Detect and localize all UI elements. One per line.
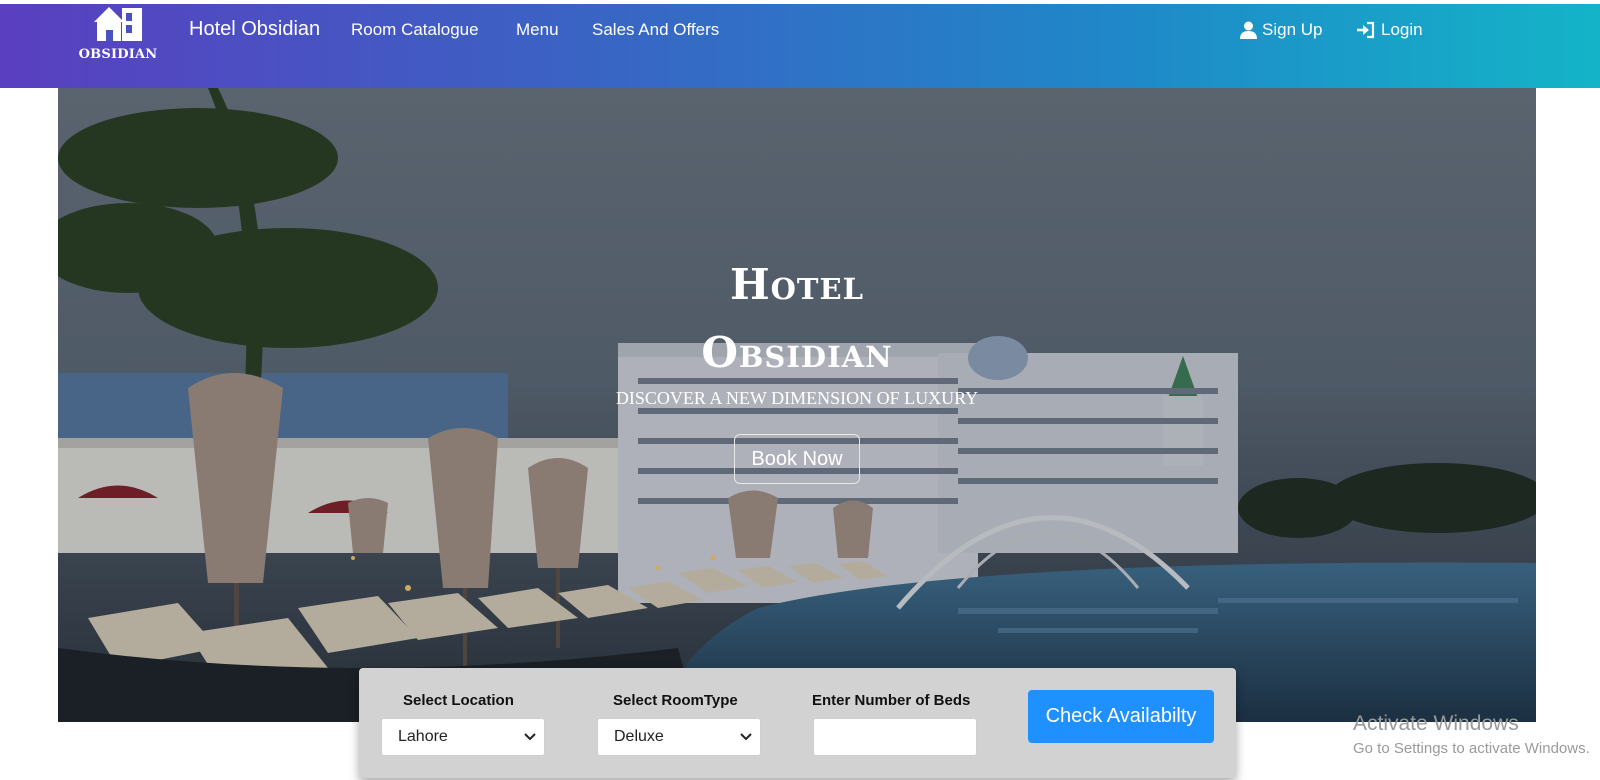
beds-input[interactable]	[813, 718, 977, 756]
chevron-down-icon	[740, 719, 752, 768]
brand-text: OBSIDIAN	[78, 47, 158, 62]
nav-room-catalogue[interactable]: Room Catalogue	[351, 20, 479, 40]
login-label: Login	[1381, 20, 1423, 39]
activate-windows-subtitle: Go to Settings to activate Windows.	[1353, 740, 1590, 757]
roomtype-label: Select RoomType	[613, 692, 738, 709]
signup-label: Sign Up	[1262, 20, 1323, 39]
hero-subtitle: Discover a new dimension of luxury	[615, 388, 979, 408]
sign-in-icon	[1357, 21, 1375, 39]
hero-title-line2: Obsidian	[701, 328, 893, 377]
hero-banner: Hotel Obsidian Discover a new dimension …	[58, 88, 1536, 722]
location-selected-value: Lahore	[398, 728, 448, 745]
navbar: OBSIDIAN Hotel Obsidian Room Catalogue M…	[0, 4, 1600, 88]
availability-search-panel: Select Location Lahore Select RoomType D…	[359, 668, 1236, 778]
location-label: Select Location	[403, 692, 514, 709]
activate-windows-title: Activate Windows	[1353, 712, 1519, 735]
check-availability-button[interactable]: Check Availabilty	[1028, 690, 1214, 743]
roomtype-selected-value: Deluxe	[614, 728, 664, 745]
hero-title-line1: Hotel	[729, 260, 865, 309]
chevron-down-icon	[524, 719, 536, 768]
brand-logo[interactable]: OBSIDIAN	[78, 4, 158, 88]
beds-label: Enter Number of Beds	[812, 692, 971, 709]
house-logo-icon	[94, 7, 142, 41]
nav-menu[interactable]: Menu	[516, 20, 559, 40]
login-link[interactable]: Login	[1356, 20, 1423, 40]
signup-link[interactable]: Sign Up	[1240, 20, 1322, 40]
nav-sales-offers[interactable]: Sales And Offers	[592, 20, 719, 40]
location-select[interactable]: Lahore	[381, 718, 545, 756]
user-icon	[1240, 21, 1257, 39]
roomtype-select[interactable]: Deluxe	[597, 718, 761, 756]
nav-home-title[interactable]: Hotel Obsidian	[189, 18, 320, 41]
book-now-button[interactable]: Book Now	[734, 434, 860, 484]
